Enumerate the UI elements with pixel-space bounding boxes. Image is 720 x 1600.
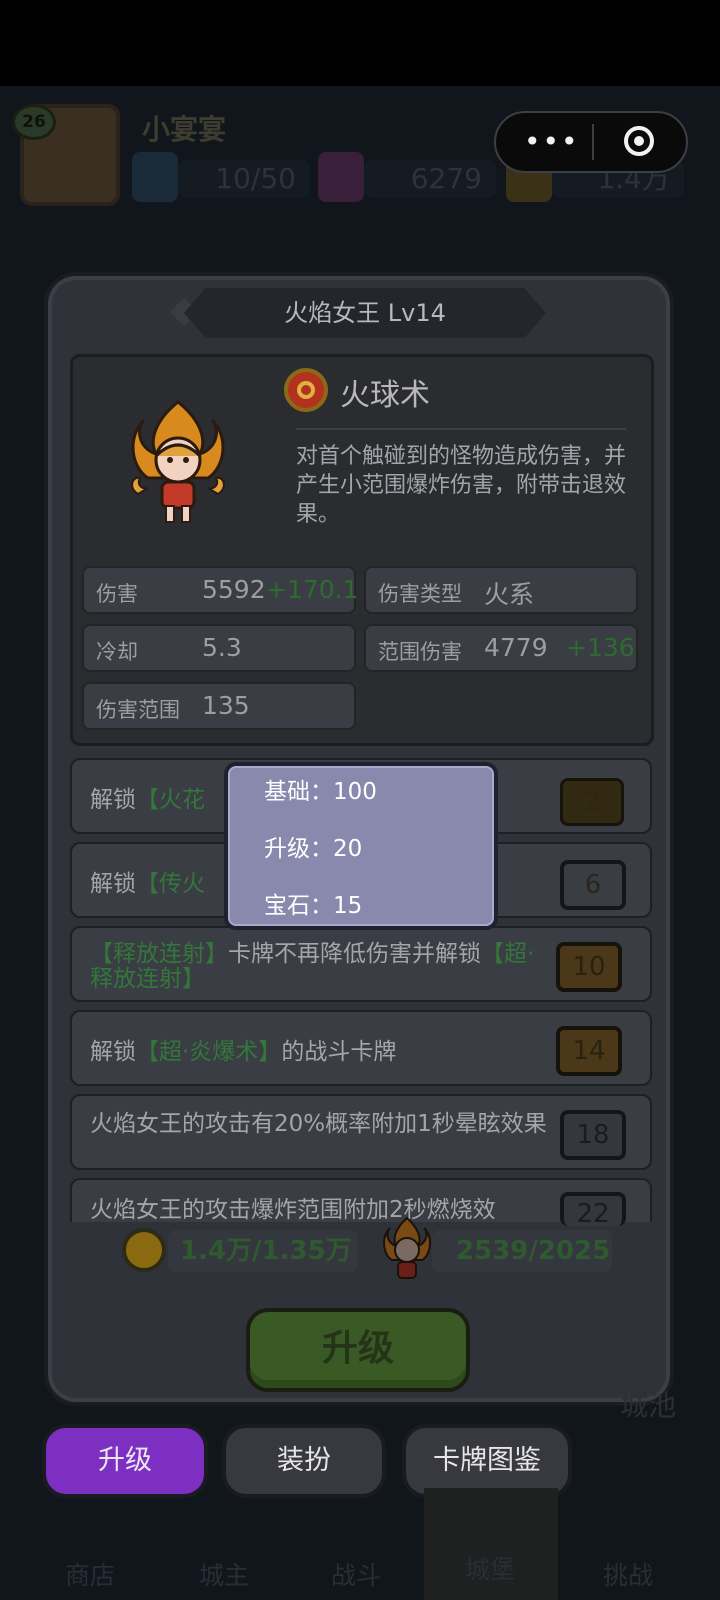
energy-icon[interactable] <box>132 152 178 202</box>
unlock-row-text: 解锁【火花 <box>90 787 205 813</box>
nav-shop-label: 商店 <box>64 1561 115 1590</box>
stat-damage-value: 5592 <box>202 575 266 604</box>
capsule-divider <box>592 124 594 160</box>
energy-counter: 10/50 <box>178 160 310 198</box>
skill-name: 火球术 <box>340 378 430 413</box>
nav-challenge-label: 挑战 <box>602 1561 653 1590</box>
hero-shard-cost: 2539/2025 <box>432 1230 612 1272</box>
nav-lord[interactable]: 城主 <box>176 1480 272 1600</box>
gem-icon[interactable] <box>318 152 364 202</box>
gold-coin-icon <box>122 1228 166 1272</box>
stat-type-value: 火系 <box>484 580 535 609</box>
stat-type-label: 伤害类型 <box>378 582 462 606</box>
hero-shard-icon <box>383 1216 431 1279</box>
nav-battle[interactable]: 战斗 <box>308 1480 404 1600</box>
stat-damage-bonus: +170.1 <box>266 575 359 604</box>
nav-battle-label: 战斗 <box>330 1561 381 1590</box>
tooltip-base: 基础：100 <box>264 779 377 805</box>
demon-icon <box>580 1480 676 1556</box>
skill-divider <box>296 428 626 430</box>
nav-lord-label: 城主 <box>198 1561 249 1590</box>
side-label-city: 城池 <box>620 1389 677 1422</box>
crown-icon <box>176 1480 272 1556</box>
stat-cooldown-value: 5.3 <box>202 633 242 662</box>
swords-icon <box>308 1480 404 1556</box>
skill-description: 对首个触碰到的怪物造成伤害，并产生小范围爆炸伤害，附带击退效果。 <box>296 444 627 527</box>
stat-range-value: 135 <box>202 691 250 720</box>
nav-shop[interactable]: 商店 <box>42 1480 138 1600</box>
nav-castle[interactable]: 城堡 <box>442 1480 538 1600</box>
nav-castle-label: 城堡 <box>464 1555 515 1584</box>
tooltip-gem: 宝石：15 <box>264 893 363 919</box>
shop-icon <box>42 1480 138 1556</box>
stat-range-label: 伤害范围 <box>96 698 180 722</box>
stat-damage-label: 伤害 <box>96 582 138 606</box>
unlock-row-text: 火焰女王的攻击爆炸范围附加2秒燃烧效 <box>90 1198 496 1222</box>
gem-counter: 6279 <box>364 160 496 198</box>
status-bar <box>0 0 720 86</box>
stat-cooldown-label: 冷却 <box>96 640 138 664</box>
unlock-row-text: 解锁【超·炎爆术】的战斗卡牌 <box>90 1039 397 1065</box>
unlock-row-text: 解锁【传火 <box>90 871 205 897</box>
nav-challenge[interactable]: 挑战 <box>580 1480 676 1600</box>
fireball-skill-icon <box>284 368 328 412</box>
unlock-row-text: 【释放连射】卡牌不再降低伤害并解锁【超·释放连射】 <box>90 941 535 992</box>
close-target-icon[interactable] <box>624 126 654 156</box>
unlock-level-badge: 10 <box>556 942 622 992</box>
unlock-level-badge: 18 <box>560 1110 626 1160</box>
stat-area-label: 范围伤害 <box>378 640 462 664</box>
stat-area-value: 4779 <box>484 633 548 662</box>
dialog-title: 火焰女王 Lv14 <box>284 299 446 327</box>
fire-queen-portrait-icon <box>131 400 225 523</box>
player-name: 小宴宴 <box>142 113 227 146</box>
more-icon[interactable]: ••• <box>524 122 578 162</box>
castle-icon <box>442 1480 538 1550</box>
stat-area-bonus: +136 <box>566 633 635 662</box>
tooltip-upgrade: 升级：20 <box>264 836 363 862</box>
gold-cost: 1.4万/1.35万 <box>168 1230 358 1272</box>
player-level-badge: 26 <box>12 104 56 140</box>
unlock-level-badge: 6 <box>560 860 626 910</box>
upgrade-button[interactable]: 升级 <box>246 1308 470 1392</box>
unlock-level-badge: 2 <box>560 778 624 826</box>
unlock-row-text: 火焰女王的攻击有20%概率附加1秒晕眩效果 <box>90 1111 547 1137</box>
unlock-level-badge: 14 <box>556 1026 622 1076</box>
unlock-level-badge: 22 <box>560 1192 626 1226</box>
